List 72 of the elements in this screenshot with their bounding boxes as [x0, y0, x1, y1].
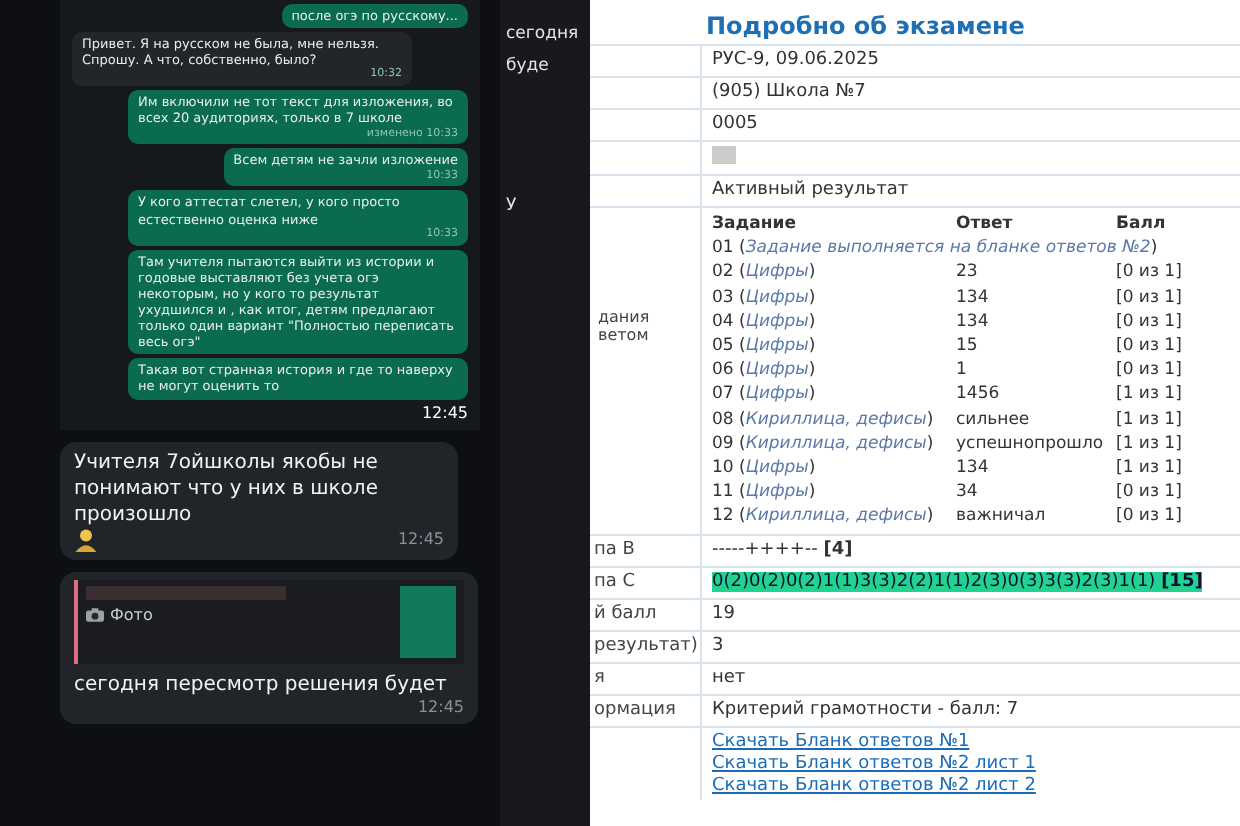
message-text: сегодня — [506, 24, 579, 44]
row-label: ветом — [598, 326, 651, 344]
reply-quote[interactable]: Фото — [74, 579, 464, 663]
task-score: [0 из 1] — [1116, 480, 1184, 505]
screenshot-time: 12:45 — [421, 403, 468, 421]
task-answer: 1 — [956, 358, 969, 383]
task-score: [1 из 1] — [1116, 382, 1184, 408]
task-score: [0 из 1] — [1116, 334, 1184, 359]
download-link[interactable]: Скачать Бланк ответов №2 лист 1 — [712, 753, 1036, 774]
row-label: й балл — [594, 604, 659, 625]
info-value: (905) Школа №7 — [712, 82, 866, 102]
message-text: сегодня пересмотр решения будет — [74, 671, 449, 697]
task-answer: сильнее — [956, 407, 1032, 432]
task-name: 10 (Цифры) — [712, 456, 818, 481]
task-name: 09 (Кириллица, дефисы) — [712, 431, 936, 457]
task-answer: 134 — [956, 309, 991, 335]
task-answer: успешнопрошло — [956, 431, 1106, 457]
task-answer: 34 — [956, 480, 980, 505]
column-header: Задание — [712, 212, 798, 237]
info-value: РУС-9, 09.06.2025 — [712, 50, 879, 70]
message-text: У — [506, 196, 517, 216]
task-answer: 134 — [956, 456, 991, 481]
task-name: 04 (Цифры) — [712, 309, 818, 335]
info-value: 0005 — [712, 114, 758, 134]
quote-label: Фото — [110, 605, 153, 623]
result-value: 3 — [712, 635, 724, 656]
result-value: Критерий грамотности - балл: 7 — [712, 699, 1019, 720]
page-title: Подробно об экзамене — [704, 10, 1027, 44]
result-value: 19 — [712, 603, 735, 624]
message-time: 12:45 — [417, 697, 464, 715]
row-label: дания — [598, 308, 652, 326]
download-link[interactable]: Скачать Бланк ответов №1 — [712, 731, 970, 752]
row-label: па В — [594, 540, 637, 561]
task-answer: 1456 — [956, 382, 1002, 408]
task-name: 05 (Цифры) — [712, 334, 818, 359]
task-score: [1 из 1] — [1116, 456, 1184, 481]
message-text: буде — [506, 56, 549, 76]
task-name: 03 (Цифры) — [712, 285, 818, 310]
task-score: [0 из 1] — [1116, 260, 1184, 286]
task-answer: 23 — [956, 260, 980, 286]
task-name: 07 (Цифры) — [712, 382, 818, 408]
task-score: [0 из 1] — [1116, 285, 1184, 310]
row-label: па С — [594, 572, 638, 593]
task-score: [0 из 1] — [1116, 309, 1184, 335]
task-score: [1 из 1] — [1116, 407, 1184, 432]
task-score: [0 из 1] — [1116, 358, 1184, 383]
task-score: [1 из 1] — [1116, 431, 1184, 457]
photo-thumbnail — [400, 585, 456, 657]
camera-icon — [86, 607, 104, 621]
task-answer: 15 — [956, 334, 980, 359]
download-link[interactable]: Скачать Бланк ответов №2 лист 2 — [712, 775, 1036, 796]
task-name: 02 (Цифры) — [712, 260, 818, 286]
row-label: результат) — [594, 636, 700, 657]
blurred-value — [712, 146, 736, 164]
message-time: 12:45 — [397, 530, 444, 548]
task-name: 08 (Кириллица, дефисы) — [712, 407, 936, 432]
row-label: ормация — [594, 700, 678, 721]
result-value: 0(2)0(2)0(2)1(1)3(3)2(2)1(1)2(3)0(3)3(3)2(3)1(1) [15] — [712, 571, 1203, 592]
task-name: 01 (Задание выполняется на бланке ответов №2) — [712, 236, 1160, 261]
column-header: Балл — [1116, 212, 1168, 237]
task-answer: важничал — [956, 504, 1048, 530]
result-value: нет — [712, 667, 746, 688]
task-answer: 134 — [956, 285, 991, 310]
task-name: 06 (Цифры) — [712, 358, 818, 383]
task-name: 12 (Кириллица, дефисы) — [712, 504, 936, 530]
row-label: я — [594, 668, 607, 689]
result-value: -----++++-- [4] — [712, 539, 853, 560]
info-value: Активный результат — [712, 180, 909, 200]
task-score: [0 из 1] — [1116, 504, 1184, 530]
message-text: Учителя 7ойшколы якобы не понимают что у них в школе произошло — [74, 449, 380, 527]
column-header: Ответ — [956, 212, 1015, 237]
task-name: 11 (Цифры) — [712, 480, 818, 505]
